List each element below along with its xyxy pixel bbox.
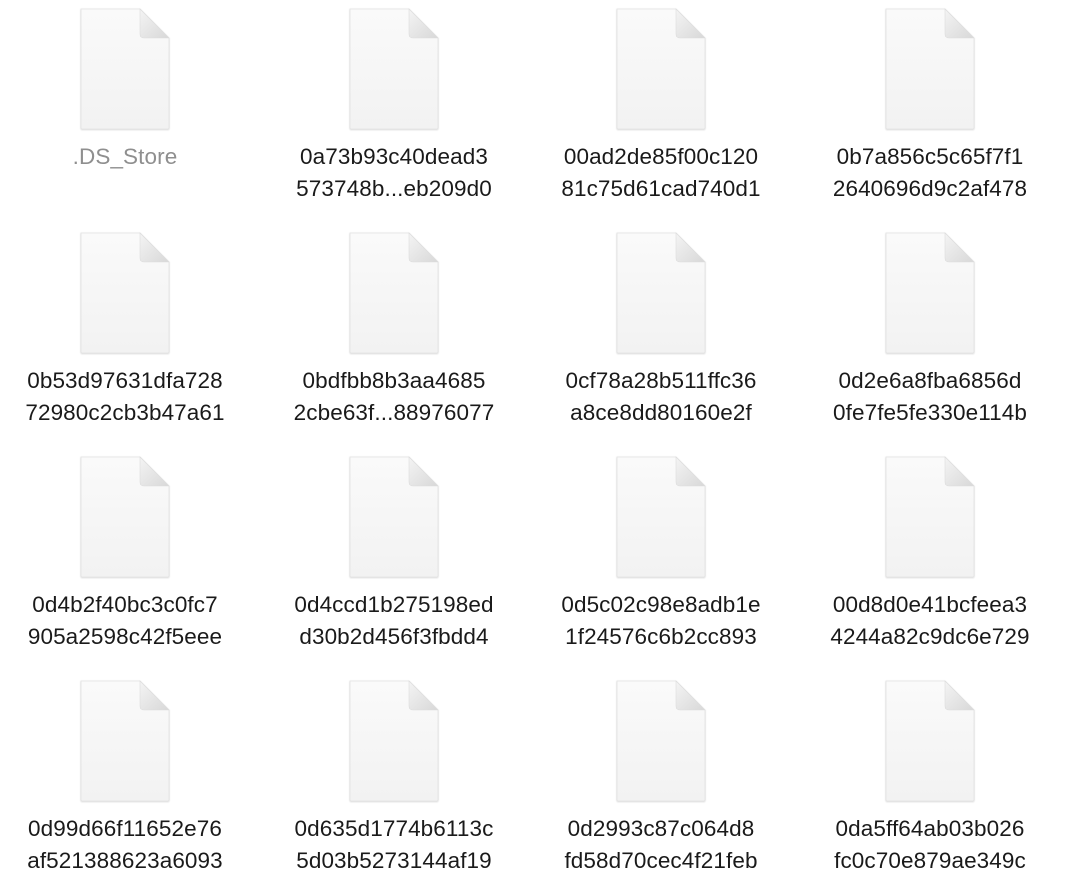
file-item[interactable]: 0d2993c87c064d8 fd58d70cec4f21feb <box>541 672 781 888</box>
document-icon <box>78 678 172 804</box>
document-icon <box>614 678 708 804</box>
document-icon <box>614 6 708 132</box>
file-name: 0d4b2f40bc3c0fc7 905a2598c42f5eee <box>27 592 223 649</box>
file-item[interactable]: 0cf78a28b511ffc36 a8ce8dd80160e2f <box>541 224 781 444</box>
file-item[interactable]: 0d5c02c98e8adb1e 1f24576c6b2cc893 <box>541 448 781 668</box>
file-icon-grid: .DS_Store 0a73b93c40dead3 573748b...eb209… <box>0 0 1068 888</box>
document-icon <box>614 454 708 580</box>
file-item[interactable]: 00ad2de85f00c120 81c75d61cad740d1 <box>541 0 781 220</box>
document-icon <box>883 678 977 804</box>
document-icon <box>347 454 441 580</box>
file-item[interactable]: 0b53d97631dfa728 72980c2cb3b47a61 <box>5 224 245 444</box>
file-name: 0d2993c87c064d8 fd58d70cec4f21feb <box>564 816 758 873</box>
file-name: 0a73b93c40dead3 573748b...eb209d0 <box>296 144 492 201</box>
file-name: 0cf78a28b511ffc36 a8ce8dd80160e2f <box>565 368 757 425</box>
file-item[interactable]: 0d2e6a8fba6856d 0fe7fe5fe330e114b <box>810 224 1050 444</box>
document-icon <box>614 230 708 356</box>
document-icon <box>347 230 441 356</box>
file-name: 0d4ccd1b275198ed d30b2d456f3fbdd4 <box>294 592 494 649</box>
document-icon <box>347 6 441 132</box>
file-item[interactable]: 0d4ccd1b275198ed d30b2d456f3fbdd4 <box>274 448 514 668</box>
file-name: 0da5ff64ab03b026 fc0c70e879ae349c <box>834 816 1026 873</box>
file-item[interactable]: 0d99d66f11652e76 af521388623a6093 <box>5 672 245 888</box>
document-icon <box>78 230 172 356</box>
file-name: 0d635d1774b6113c 5d03b5273144af19 <box>294 816 494 873</box>
file-item[interactable]: .DS_Store <box>5 0 245 220</box>
file-item[interactable]: 00d8d0e41bcfeea3 4244a82c9dc6e729 <box>810 448 1050 668</box>
file-item[interactable]: 0d635d1774b6113c 5d03b5273144af19 <box>274 672 514 888</box>
file-name: 0d99d66f11652e76 af521388623a6093 <box>27 816 223 873</box>
file-name: 0d2e6a8fba6856d 0fe7fe5fe330e114b <box>833 368 1027 425</box>
document-icon <box>883 454 977 580</box>
document-icon <box>347 678 441 804</box>
file-item[interactable]: 0bdfbb8b3aa4685 2cbe63f...88976077 <box>274 224 514 444</box>
file-item[interactable]: 0b7a856c5c65f7f1 2640696d9c2af478 <box>810 0 1050 220</box>
file-item[interactable]: 0d4b2f40bc3c0fc7 905a2598c42f5eee <box>5 448 245 668</box>
document-icon <box>78 454 172 580</box>
file-name: 0b53d97631dfa728 72980c2cb3b47a61 <box>25 368 225 425</box>
file-name: 00ad2de85f00c120 81c75d61cad740d1 <box>561 144 761 201</box>
file-name: 0d5c02c98e8adb1e 1f24576c6b2cc893 <box>561 592 761 649</box>
document-icon <box>883 230 977 356</box>
file-name: 0bdfbb8b3aa4685 2cbe63f...88976077 <box>293 368 495 425</box>
file-name: 0b7a856c5c65f7f1 2640696d9c2af478 <box>832 144 1028 201</box>
file-name: .DS_Store <box>72 144 178 169</box>
document-icon <box>883 6 977 132</box>
document-icon <box>78 6 172 132</box>
file-item[interactable]: 0da5ff64ab03b026 fc0c70e879ae349c <box>810 672 1050 888</box>
file-name: 00d8d0e41bcfeea3 4244a82c9dc6e729 <box>830 592 1030 649</box>
file-item[interactable]: 0a73b93c40dead3 573748b...eb209d0 <box>274 0 514 220</box>
